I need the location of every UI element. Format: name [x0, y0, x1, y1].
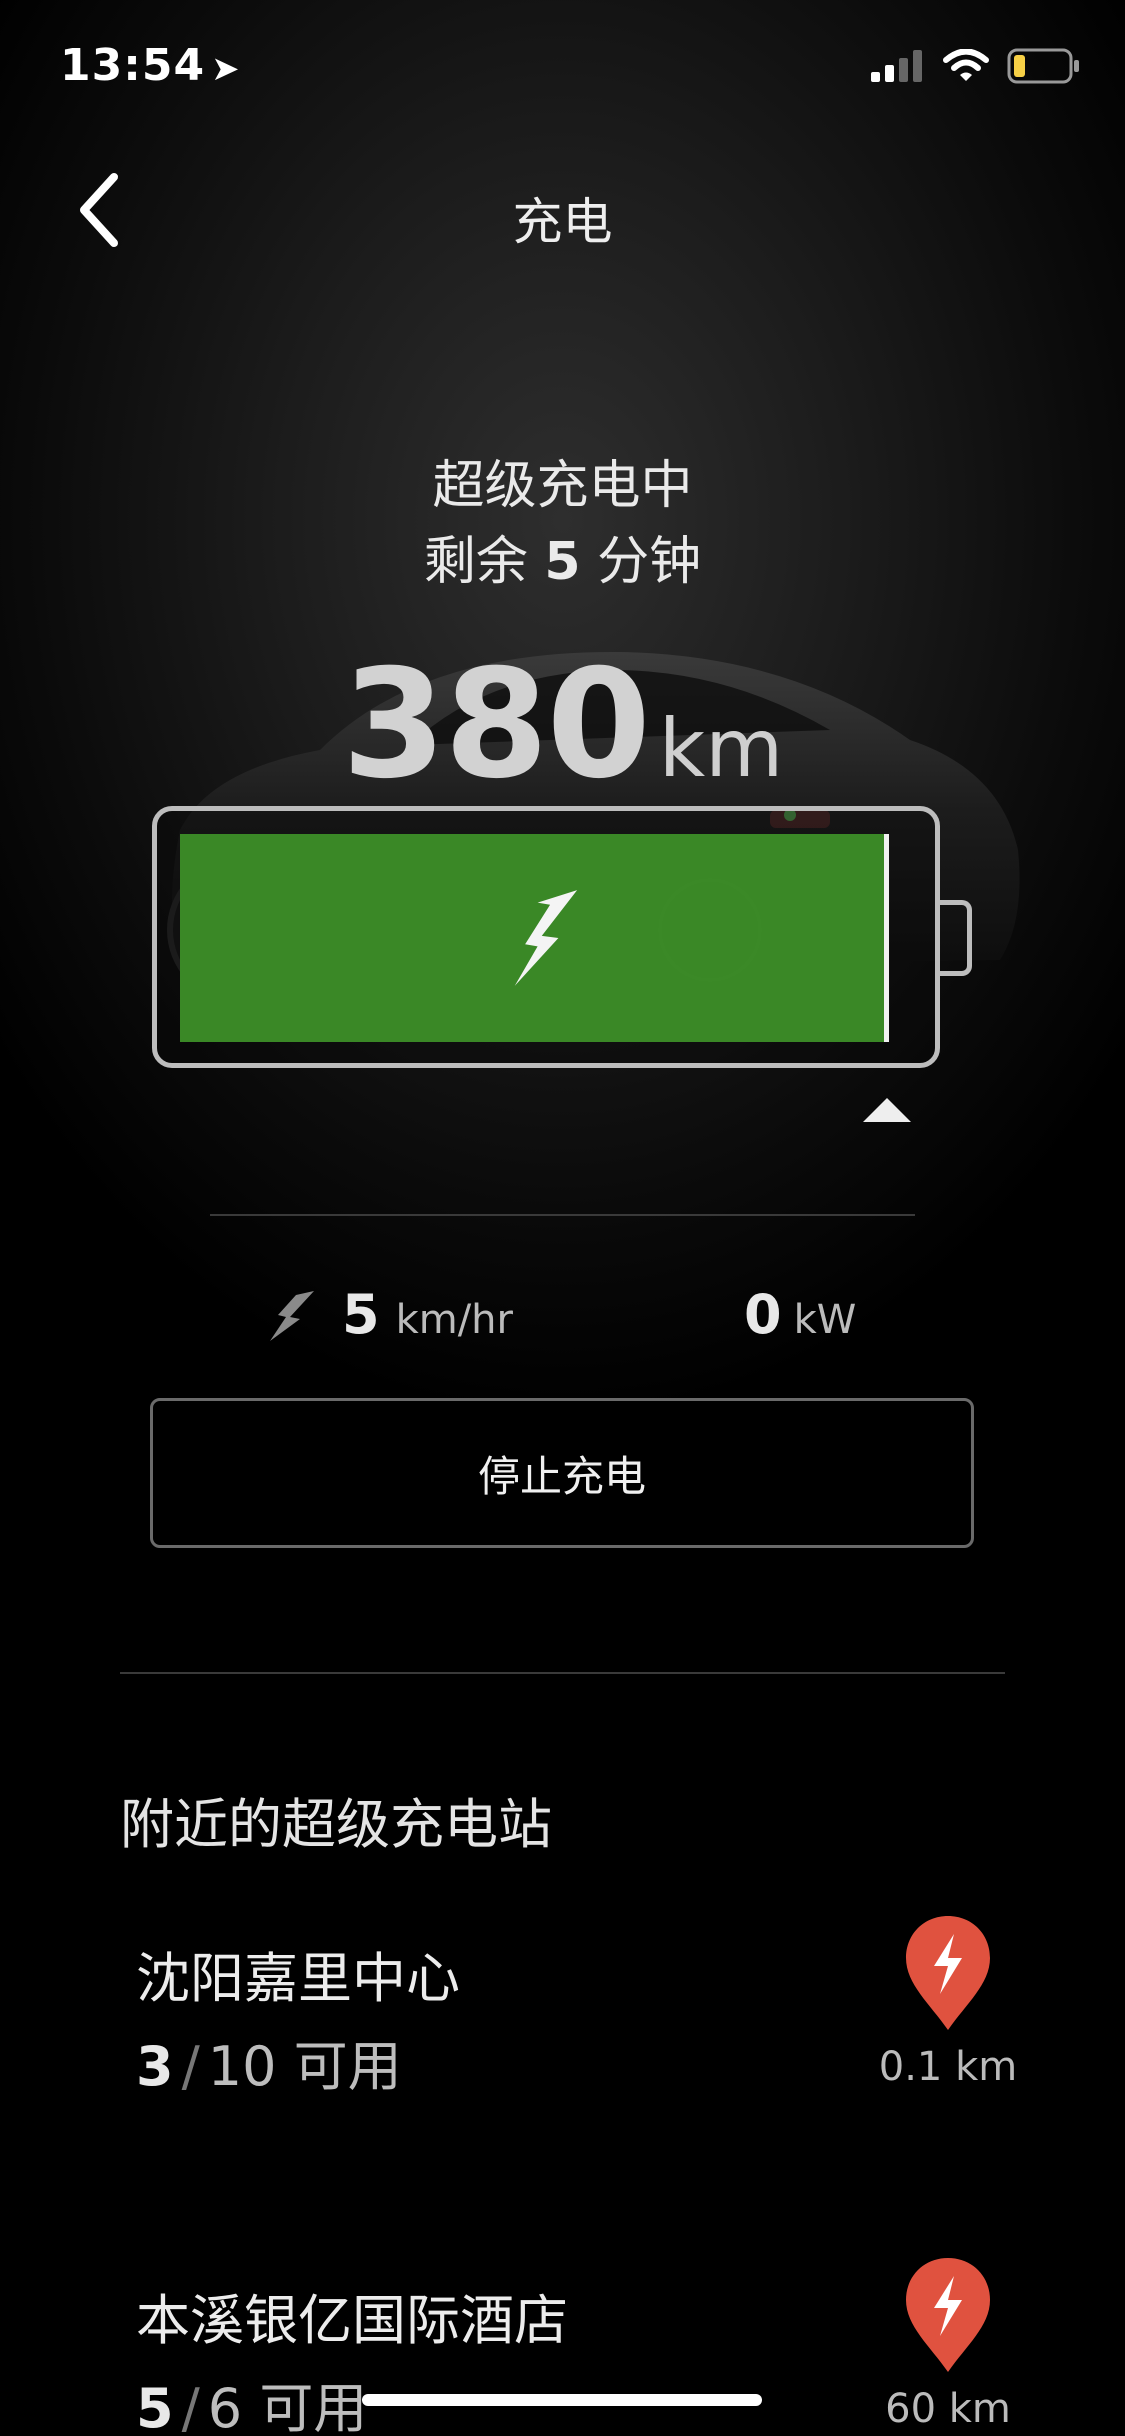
- station-name: 本溪银亿国际酒店: [136, 2289, 568, 2352]
- page-title: 充电: [512, 193, 613, 251]
- charge-limit-line: [884, 834, 889, 1042]
- charge-power-value: 0: [744, 1283, 782, 1346]
- station-distance: 0.1 km: [878, 2044, 1018, 2090]
- station-total-count: 10: [207, 2035, 277, 2098]
- stop-charging-button[interactable]: 停止充电: [150, 1398, 974, 1548]
- status-icons: [871, 48, 1081, 84]
- charge-power: 0 kW: [744, 1283, 856, 1346]
- station-list-item[interactable]: 沈阳嘉里中心 3/10 可用 0.1 km: [0, 1916, 1125, 2134]
- station-availability: 5/6 可用: [136, 2364, 367, 2436]
- divider: [120, 1672, 1005, 1674]
- time-remaining-minutes: 5: [544, 532, 581, 592]
- battery-gauge-tip: [938, 900, 972, 976]
- range-unit: km: [658, 702, 784, 795]
- status-time: 13:54 ➤: [60, 40, 241, 91]
- station-availability: 3/10 可用: [136, 2022, 402, 2101]
- charge-rate: 5 km/hr: [264, 1283, 513, 1346]
- station-available-label: 可用: [259, 2377, 368, 2436]
- location-arrow-icon: ➤: [211, 49, 241, 89]
- time-remaining-prefix: 剩余: [423, 532, 528, 592]
- availability-separator: /: [181, 2377, 200, 2436]
- station-distance: 60 km: [885, 2386, 1011, 2432]
- lightning-bolt-icon: [514, 890, 578, 986]
- battery-status-icon: [1007, 48, 1079, 84]
- station-available-count: 5: [136, 2377, 174, 2436]
- wifi-icon: [943, 49, 989, 81]
- station-name: 沈阳嘉里中心: [136, 1947, 460, 2010]
- charge-power-unit: kW: [793, 1297, 857, 1343]
- supercharger-pin-icon[interactable]: [902, 1912, 994, 2032]
- charging-status-line: 超级充电中: [432, 456, 693, 516]
- station-list-item[interactable]: 本溪银亿国际酒店 5/6 可用 60 km: [0, 2258, 1125, 2436]
- charging-status: 超级充电中 剩余 5 分钟: [0, 448, 1125, 600]
- supercharger-pin-icon[interactable]: [902, 2254, 994, 2374]
- cellular-signal-icon: [871, 50, 922, 82]
- home-indicator[interactable]: [362, 2394, 762, 2406]
- time-remaining-suffix: 分钟: [597, 532, 702, 592]
- time-remaining: 剩余 5 分钟: [0, 524, 1125, 600]
- charge-rate-icon: [270, 1290, 314, 1341]
- charging-screen: 13:54 ➤ 充电 超级充电中 剩余 5 分钟 380 km 5 km/hr …: [0, 0, 1125, 2436]
- charge-rate-unit: km/hr: [395, 1297, 513, 1343]
- charge-limit-slider[interactable]: [863, 1098, 911, 1122]
- range-display: 380 km: [0, 638, 1125, 812]
- range-value: 380: [341, 638, 651, 812]
- availability-separator: /: [181, 2035, 200, 2098]
- status-time-text: 13:54: [60, 40, 206, 91]
- divider: [210, 1214, 915, 1216]
- nearby-superchargers-title: 附近的超级充电站: [120, 1793, 552, 1856]
- station-available-label: 可用: [293, 2035, 402, 2098]
- station-total-count: 6: [207, 2377, 243, 2436]
- charge-rate-value: 5: [342, 1283, 380, 1346]
- station-available-count: 3: [136, 2035, 174, 2098]
